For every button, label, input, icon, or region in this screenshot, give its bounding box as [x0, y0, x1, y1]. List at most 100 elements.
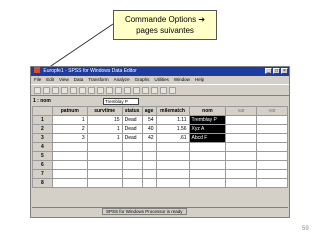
column-header-var-6[interactable]: var — [225, 106, 258, 116]
cell-status[interactable] — [121, 169, 143, 179]
cell-status[interactable]: Dead — [121, 124, 143, 134]
cell-nom[interactable] — [188, 142, 227, 152]
cell-age[interactable] — [141, 151, 157, 161]
cell-nom[interactable] — [188, 160, 227, 170]
cell-var[interactable] — [256, 115, 288, 125]
cell-status[interactable] — [121, 160, 143, 170]
row-header[interactable]: 6 — [32, 160, 53, 170]
menu-view[interactable]: View — [59, 76, 69, 84]
save-icon[interactable] — [43, 86, 50, 94]
cell-var[interactable] — [256, 133, 288, 143]
cell-var[interactable] — [225, 160, 258, 170]
cell-survtime[interactable]: 15 — [86, 115, 123, 125]
cell-survtime[interactable]: 1 — [86, 133, 123, 143]
cell-status[interactable] — [121, 151, 143, 161]
cell-var[interactable] — [256, 142, 288, 152]
cell-status[interactable] — [121, 142, 143, 152]
cell-milematch[interactable]: 1.11 — [155, 115, 190, 125]
cell-age[interactable] — [141, 142, 157, 152]
cell-nom[interactable] — [188, 151, 227, 161]
cell-patnum[interactable] — [51, 178, 88, 188]
menu-data[interactable]: Data — [74, 76, 84, 84]
cell-age[interactable] — [141, 169, 157, 179]
menu-transform[interactable]: Transform — [88, 76, 108, 84]
menu-window[interactable]: Window — [174, 76, 190, 84]
cell-nom[interactable] — [188, 169, 227, 179]
cell-patnum[interactable] — [51, 142, 88, 152]
cell-patnum[interactable] — [51, 169, 88, 179]
cell-age[interactable] — [141, 178, 157, 188]
menu-graphs[interactable]: Graphs — [135, 76, 150, 84]
cell-milematch[interactable] — [155, 151, 190, 161]
cell-patnum[interactable] — [51, 160, 88, 170]
row-header[interactable]: 1 — [32, 115, 53, 125]
row-header[interactable]: 3 — [32, 133, 53, 143]
goto-chart-icon[interactable] — [88, 86, 95, 94]
variables-icon[interactable] — [106, 86, 113, 94]
cell-patnum[interactable] — [51, 151, 88, 161]
undo-icon[interactable] — [70, 86, 77, 94]
dialog-recall-icon[interactable] — [61, 86, 68, 94]
cell-value-input[interactable]: Tremblay P — [103, 97, 139, 105]
cell-age[interactable] — [141, 160, 157, 170]
cell-var[interactable] — [256, 151, 288, 161]
cell-status[interactable]: Dead — [121, 133, 143, 143]
menu-analyze[interactable]: Analyze — [114, 76, 130, 84]
cell-survtime[interactable] — [86, 151, 123, 161]
weight-cases-icon[interactable] — [151, 86, 158, 94]
cell-age[interactable]: 54 — [141, 115, 157, 125]
row-header[interactable]: 4 — [32, 142, 53, 152]
cell-survtime[interactable] — [86, 160, 123, 170]
column-header-var-7[interactable]: var — [256, 106, 288, 116]
value-labels-icon[interactable] — [169, 86, 176, 94]
minimize-button[interactable]: _ — [265, 68, 272, 74]
cell-var[interactable] — [225, 124, 258, 134]
column-header-nom[interactable]: nom — [188, 106, 227, 116]
select-cases-icon[interactable] — [160, 86, 167, 94]
cell-survtime[interactable] — [86, 178, 123, 188]
column-header-status[interactable]: status — [121, 106, 143, 116]
row-header[interactable]: 8 — [32, 178, 53, 188]
cell-milematch[interactable]: .61 — [155, 133, 190, 143]
column-header-age[interactable]: age — [141, 106, 157, 116]
cell-survtime[interactable] — [86, 142, 123, 152]
maximize-button[interactable]: □ — [273, 68, 280, 74]
cell-milematch[interactable] — [155, 142, 190, 152]
split-file-icon[interactable] — [142, 86, 149, 94]
cell-age[interactable]: 40 — [141, 124, 157, 134]
cell-survtime[interactable]: 1 — [86, 124, 123, 134]
row-header[interactable]: 7 — [32, 169, 53, 179]
close-button[interactable]: × — [281, 68, 288, 74]
insert-variable-icon[interactable] — [133, 86, 140, 94]
cell-var[interactable] — [225, 178, 258, 188]
cell-var[interactable] — [225, 115, 258, 125]
cell-milematch[interactable] — [155, 169, 190, 179]
cell-milematch[interactable]: 1.56 — [155, 124, 190, 134]
cell-nom[interactable]: Xyz A — [188, 124, 227, 134]
column-header-milematch[interactable]: milematch — [155, 106, 190, 116]
cell-milematch[interactable] — [155, 160, 190, 170]
menu-utilities[interactable]: Utilities — [154, 76, 169, 84]
window-titlebar[interactable]: Europfe1 - SPSS for Windows Data Editor … — [31, 67, 289, 76]
cell-var[interactable] — [225, 169, 258, 179]
cell-var[interactable] — [225, 151, 258, 161]
cell-var[interactable] — [225, 142, 258, 152]
row-header[interactable]: 5 — [32, 151, 53, 161]
cell-var[interactable] — [256, 169, 288, 179]
find-icon[interactable] — [115, 86, 122, 94]
cell-milematch[interactable] — [155, 178, 190, 188]
cell-age[interactable]: 42 — [141, 133, 157, 143]
redo-icon[interactable] — [79, 86, 86, 94]
cell-var[interactable] — [256, 124, 288, 134]
column-header-survtime[interactable]: survtime — [86, 106, 123, 116]
cell-survtime[interactable] — [86, 169, 123, 179]
cell-var[interactable] — [256, 178, 288, 188]
cell-status[interactable]: Dead — [121, 115, 143, 125]
grid-corner[interactable] — [32, 106, 53, 116]
cell-patnum[interactable]: 1 — [51, 115, 88, 125]
cell-nom[interactable] — [188, 178, 227, 188]
goto-case-icon[interactable] — [97, 86, 104, 94]
open-icon[interactable] — [34, 86, 41, 94]
cell-patnum[interactable]: 3 — [51, 133, 88, 143]
print-icon[interactable] — [52, 86, 59, 94]
